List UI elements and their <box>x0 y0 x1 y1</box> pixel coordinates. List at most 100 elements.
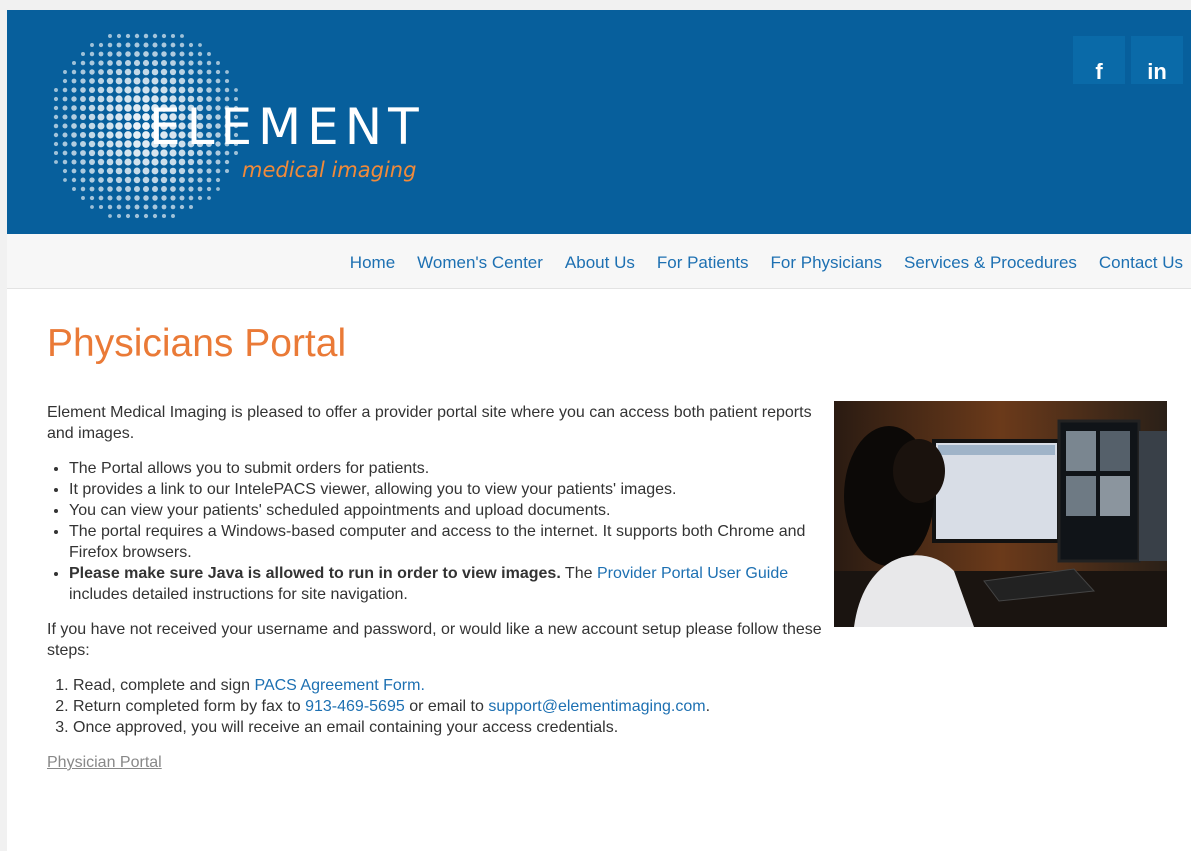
logo-dot <box>142 77 150 85</box>
logo-dot <box>98 42 104 48</box>
site-logo[interactable]: ELEMENT medical imaging <box>37 20 497 230</box>
java-notice: Please make sure Java is allowed to run … <box>69 565 561 582</box>
linkedin-icon[interactable]: in <box>1131 36 1183 84</box>
logo-dot <box>115 176 123 184</box>
logo-dot <box>179 177 185 183</box>
logo-dot <box>89 60 95 66</box>
logo-dot <box>115 113 123 121</box>
logo-dot <box>215 168 221 174</box>
logo-dot <box>161 51 167 57</box>
logo-dot <box>134 195 140 201</box>
logo-dot <box>151 77 159 85</box>
logo-dot <box>71 150 77 156</box>
nav-for-patients[interactable]: For Patients <box>657 253 749 273</box>
logo-dot <box>197 159 203 165</box>
logo-dot <box>142 167 150 175</box>
fax-number-link[interactable]: 913-469-5695 <box>305 698 405 715</box>
logo-dot <box>116 51 122 57</box>
logo-dot <box>115 140 123 148</box>
step1-text: Read, complete and sign <box>73 677 255 694</box>
logo-wordmark: ELEMENT <box>149 98 425 156</box>
logo-dot <box>197 69 203 75</box>
nav-contact-us[interactable]: Contact Us <box>1099 253 1183 273</box>
logo-dot <box>207 196 211 200</box>
nav-womens-center[interactable]: Women's Center <box>417 253 543 273</box>
logo-dot <box>151 167 159 175</box>
logo-dot <box>89 78 95 84</box>
logo-dot <box>80 60 86 66</box>
logo-dot <box>197 168 203 174</box>
logo-dot <box>169 86 177 94</box>
logo-dot <box>106 131 114 139</box>
nav-about-us[interactable]: About Us <box>565 253 635 273</box>
logo-dot <box>54 160 58 164</box>
logo-dot <box>80 168 86 174</box>
logo-dot <box>178 86 186 94</box>
logo-dot <box>97 86 105 94</box>
logo-dot <box>116 186 122 192</box>
logo-dot <box>161 204 167 210</box>
logo-dot <box>160 86 168 94</box>
logo-dot <box>206 78 212 84</box>
logo-dot <box>206 69 212 75</box>
nav-home[interactable]: Home <box>350 253 395 273</box>
logo-dot <box>142 185 150 193</box>
site-header: ELEMENT medical imaging f in <box>7 10 1191 234</box>
logo-dot <box>97 167 105 175</box>
logo-dot <box>178 167 186 175</box>
logo-dot <box>125 186 131 192</box>
facebook-icon[interactable]: f <box>1073 36 1125 84</box>
logo-dot <box>151 68 159 76</box>
logo-dot <box>170 195 176 201</box>
logo-dot <box>88 140 96 148</box>
logo-dot <box>133 140 141 148</box>
logo-dot <box>197 78 203 84</box>
logo-dot <box>215 78 221 84</box>
logo-dot <box>90 43 94 47</box>
logo-dot <box>107 42 113 48</box>
logo-dot <box>161 213 167 219</box>
logo-dot <box>169 176 177 184</box>
logo-dot <box>133 167 141 175</box>
physician-portal-link[interactable]: Physician Portal <box>47 754 162 771</box>
logo-dot <box>178 77 186 85</box>
logo-dot <box>89 69 95 75</box>
support-email-link[interactable]: support@elementimaging.com <box>488 698 705 715</box>
guide-description: includes detailed instructions for site … <box>69 586 408 603</box>
logo-dot <box>62 159 68 165</box>
logo-dot <box>171 214 175 218</box>
nav-for-physicians[interactable]: For Physicians <box>771 253 882 273</box>
logo-dot <box>143 204 149 210</box>
provider-guide-link[interactable]: Provider Portal User Guide <box>597 565 788 582</box>
logo-dot <box>106 167 114 175</box>
logo-dot <box>134 213 140 219</box>
list-item: Return completed form by fax to 913-469-… <box>73 696 837 717</box>
logo-dot <box>71 78 77 84</box>
logo-dot <box>124 158 132 166</box>
logo-dot <box>188 204 194 210</box>
logo-dot <box>107 60 113 66</box>
logo-dot <box>133 122 141 130</box>
logo-dot <box>98 204 104 210</box>
logo-dot <box>62 96 68 102</box>
nav-services-procedures[interactable]: Services & Procedures <box>904 253 1077 273</box>
list-item: Read, complete and sign PACS Agreement F… <box>73 675 837 696</box>
logo-dot <box>215 159 221 165</box>
logo-dot <box>160 59 168 67</box>
left-edge <box>0 0 7 851</box>
logo-dot <box>71 123 77 129</box>
logo-dot <box>54 88 58 92</box>
logo-dot <box>206 87 212 93</box>
logo-dot <box>117 214 121 218</box>
logo-dot <box>116 60 122 66</box>
logo-dot <box>79 113 87 121</box>
pacs-agreement-link[interactable]: PACS Agreement Form. <box>254 677 424 694</box>
logo-dot <box>63 178 67 182</box>
list-item: The Portal allows you to submit orders f… <box>69 458 837 479</box>
logo-dot <box>187 158 195 166</box>
logo-dot <box>225 70 229 74</box>
logo-dot <box>53 96 59 102</box>
logo-dot <box>178 68 186 76</box>
logo-dot <box>188 51 194 57</box>
logo-dot <box>161 33 167 39</box>
